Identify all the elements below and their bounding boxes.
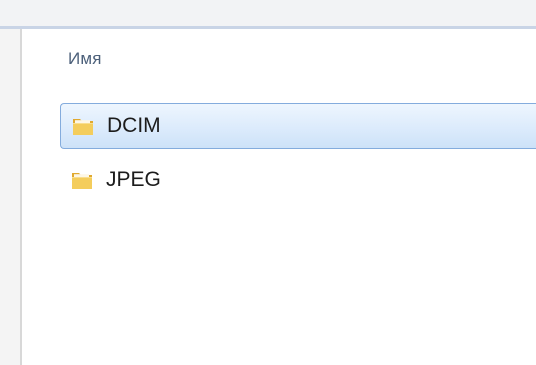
list-item-jpeg[interactable]: JPEG — [60, 157, 536, 203]
navigation-pane-edge — [0, 29, 20, 365]
list-item-dcim[interactable]: DCIM — [60, 103, 536, 149]
list-item-label: DCIM — [107, 114, 161, 137]
list-item-label: JPEG — [106, 168, 161, 191]
folder-icon — [73, 119, 93, 135]
folder-icon — [72, 173, 92, 189]
column-header-name[interactable]: Имя — [68, 49, 102, 69]
explorer-window: Имя DCIM JPEG — [0, 0, 536, 365]
toolbar-area — [0, 0, 536, 26]
file-list-pane: Имя DCIM JPEG — [22, 29, 536, 365]
